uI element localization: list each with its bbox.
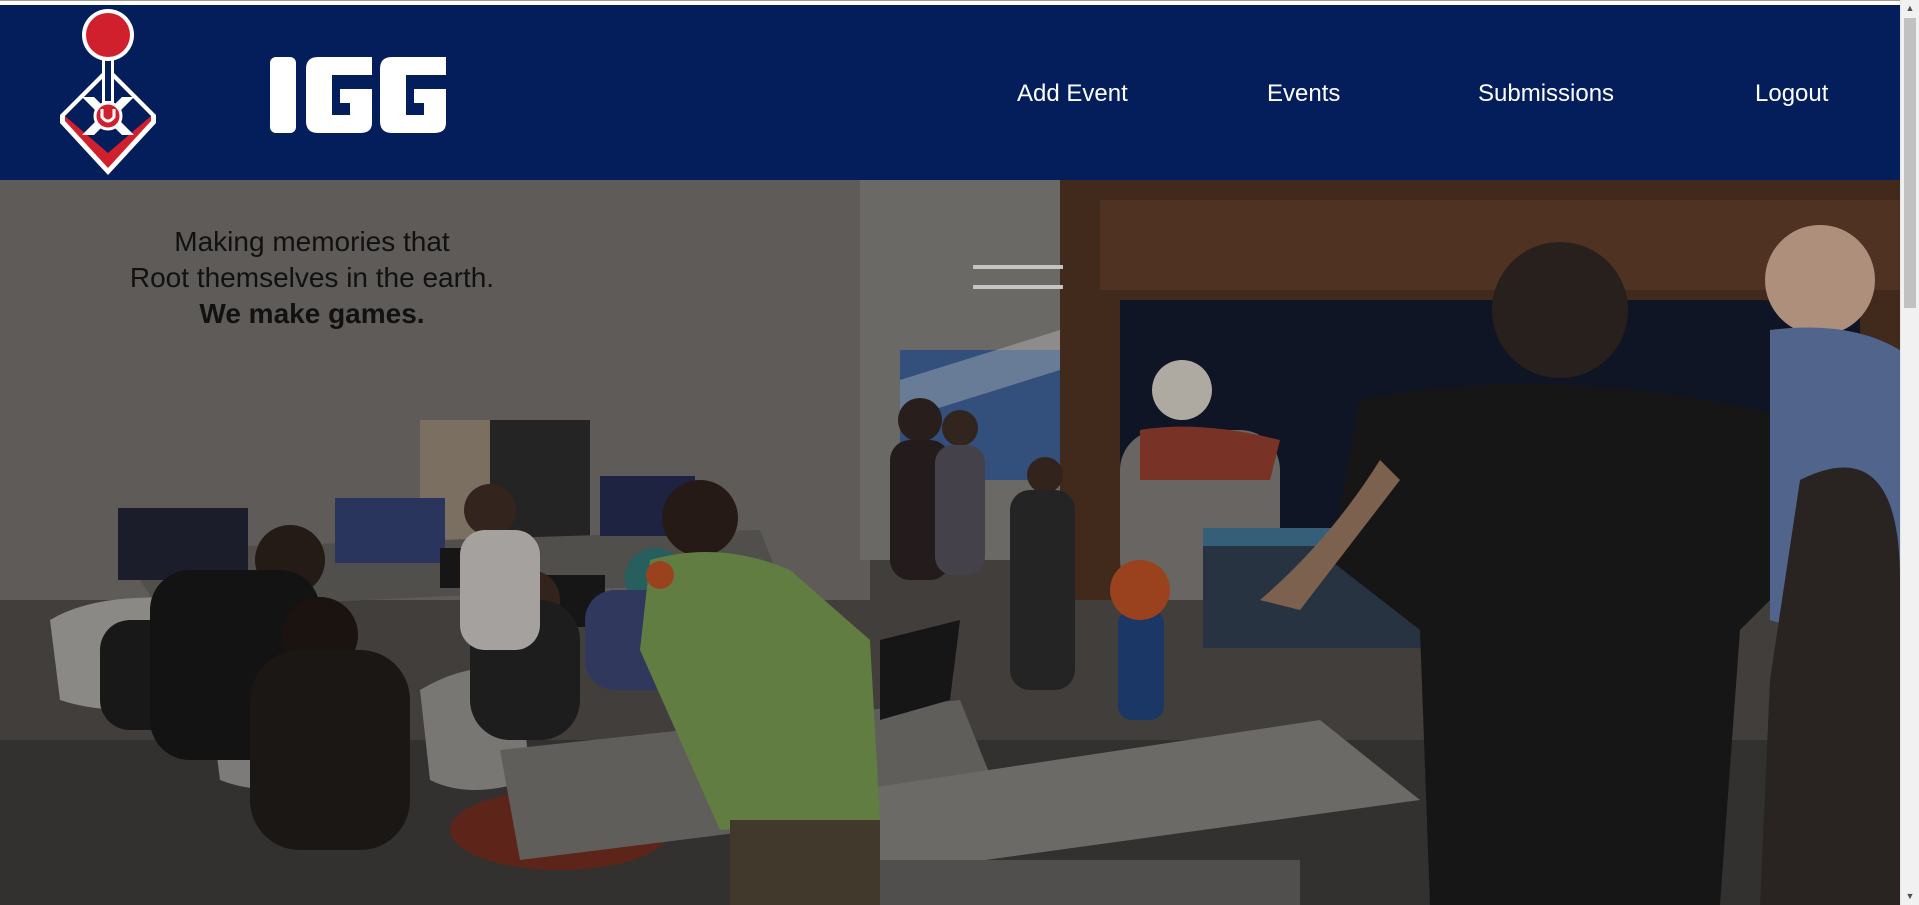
nav-events-link[interactable]: Events: [1267, 78, 1340, 110]
nav-submissions-link[interactable]: Submissions: [1478, 78, 1614, 110]
site-header: Add Event Events Submissions Logout: [0, 5, 1900, 180]
hero-banner: Making memories that Root themselves in …: [0, 180, 1900, 905]
igg-wordmark-logo[interactable]: [270, 53, 446, 137]
tagline-line-1: Making memories that: [174, 226, 450, 257]
tagline-line-3: We make games.: [199, 298, 425, 329]
nav-logout-link[interactable]: Logout: [1755, 78, 1828, 110]
joystick-logo-icon[interactable]: [52, 5, 164, 183]
scrollbar-thumb[interactable]: [1904, 18, 1916, 308]
nav-add-event-link[interactable]: Add Event: [1017, 78, 1128, 110]
tagline-line-2: Root themselves in the earth.: [129, 262, 495, 293]
scroll-down-arrow-icon[interactable]: ▼: [1901, 888, 1919, 905]
scroll-up-arrow-icon[interactable]: ▲: [1901, 0, 1919, 17]
vertical-scrollbar[interactable]: ▲ ▼: [1900, 0, 1919, 905]
hero-tagline: Making memories that Root themselves in …: [62, 224, 562, 332]
